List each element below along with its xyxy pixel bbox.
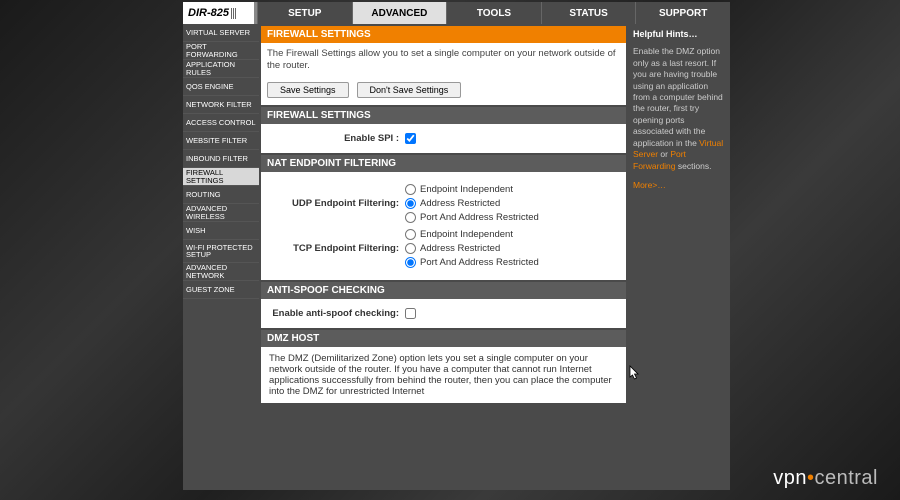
help-text: Enable the DMZ option only as a last res… [633,46,725,172]
dmz-host-panel: DMZ HOST The DMZ (Demilitarized Zone) op… [261,330,626,403]
sidebar-item-wish[interactable]: WISH [183,222,259,240]
panel-header: DMZ HOST [261,330,626,347]
sidebar-item-guest-zone[interactable]: GUEST ZONE [183,281,259,299]
watermark: vpn•central [773,467,878,490]
tab-advanced[interactable]: ADVANCED [352,2,447,24]
hero-title: FIREWALL SETTINGS [261,26,626,43]
sidebar-item-port-forwarding[interactable]: PORT FORWARDING [183,42,259,60]
save-settings-button[interactable]: Save Settings [267,82,349,98]
dmz-description: The DMZ (Demilitarized Zone) option lets… [261,347,626,403]
sidebar-item-advanced-wireless[interactable]: ADVANCED WIRELESS [183,204,259,222]
nat-endpoint-panel: NAT ENDPOINT FILTERING UDP Endpoint Filt… [261,155,626,280]
sidebar-item-website-filter[interactable]: WEBSITE FILTER [183,132,259,150]
radio-label: Port And Address Restricted [420,257,539,268]
anti-spoof-checkbox[interactable] [405,308,416,319]
tcp-endpoint-label: TCP Endpoint Filtering: [269,229,405,268]
radio-label: Address Restricted [420,243,500,254]
sidebar: VIRTUAL SERVER PORT FORWARDING APPLICATI… [183,24,259,490]
sidebar-item-access-control[interactable]: ACCESS CONTROL [183,114,259,132]
main-content: FIREWALL SETTINGS The Firewall Settings … [259,24,628,490]
help-title: Helpful Hints… [633,28,725,40]
sidebar-item-inbound-filter[interactable]: INBOUND FILTER [183,150,259,168]
panel-header: NAT ENDPOINT FILTERING [261,155,626,172]
tab-setup[interactable]: SETUP [257,2,352,24]
sidebar-item-network-filter[interactable]: NETWORK FILTER [183,96,259,114]
radio-label: Endpoint Independent [420,184,513,195]
device-model-badge: DIR-825 [183,2,257,24]
enable-spi-label: Enable SPI : [269,133,405,144]
dont-save-settings-button[interactable]: Don't Save Settings [357,82,462,98]
sidebar-item-firewall-settings[interactable]: FIREWALL SETTINGS [183,168,259,186]
firewall-settings-panel: FIREWALL SETTINGS Enable SPI : [261,107,626,153]
udp-port-address-radio[interactable] [405,212,416,223]
sidebar-item-wifi-protected-setup[interactable]: WI-FI PROTECTED SETUP [183,240,259,263]
tcp-independent-radio[interactable] [405,229,416,240]
udp-address-radio[interactable] [405,198,416,209]
udp-endpoint-label: UDP Endpoint Filtering: [269,184,405,223]
sidebar-item-virtual-server[interactable]: VIRTUAL SERVER [183,24,259,42]
radio-label: Address Restricted [420,198,500,209]
enable-spi-checkbox[interactable] [405,133,416,144]
tab-status[interactable]: STATUS [541,2,636,24]
hero-description: The Firewall Settings allow you to set a… [261,43,626,78]
top-nav: DIR-825 SETUP ADVANCED TOOLS STATUS SUPP… [183,2,730,24]
sidebar-item-application-rules[interactable]: APPLICATION RULES [183,60,259,78]
router-admin-window: DIR-825 SETUP ADVANCED TOOLS STATUS SUPP… [183,2,730,490]
body-row: VIRTUAL SERVER PORT FORWARDING APPLICATI… [183,24,730,490]
sidebar-item-routing[interactable]: ROUTING [183,186,259,204]
help-sidebar: Helpful Hints… Enable the DMZ option onl… [628,24,730,490]
sidebar-item-qos-engine[interactable]: QOS ENGINE [183,78,259,96]
radio-label: Endpoint Independent [420,229,513,240]
tab-support[interactable]: SUPPORT [635,2,730,24]
udp-independent-radio[interactable] [405,184,416,195]
panel-header: ANTI-SPOOF CHECKING [261,282,626,299]
anti-spoof-panel: ANTI-SPOOF CHECKING Enable anti-spoof ch… [261,282,626,328]
tcp-port-address-radio[interactable] [405,257,416,268]
panel-header: FIREWALL SETTINGS [261,107,626,124]
help-more-link[interactable]: More>… [633,180,666,190]
sidebar-item-advanced-network[interactable]: ADVANCED NETWORK [183,263,259,281]
tab-tools[interactable]: TOOLS [446,2,541,24]
hero-panel: FIREWALL SETTINGS The Firewall Settings … [261,26,626,105]
tcp-address-radio[interactable] [405,243,416,254]
anti-spoof-label: Enable anti-spoof checking: [269,308,405,319]
radio-label: Port And Address Restricted [420,212,539,223]
